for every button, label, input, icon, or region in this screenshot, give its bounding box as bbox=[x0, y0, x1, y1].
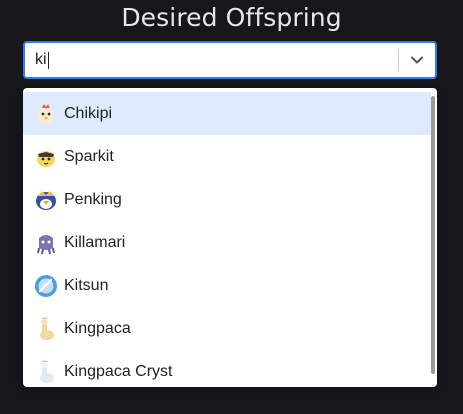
killamari-icon bbox=[37, 234, 55, 254]
option-kingpaca-cryst[interactable]: Kingpaca Cryst bbox=[23, 350, 431, 387]
kingpaca-icon bbox=[40, 316, 54, 340]
search-value: ki bbox=[35, 51, 47, 68]
option-label: Killamari bbox=[64, 233, 126, 251]
kingpaca-cryst-icon bbox=[40, 359, 54, 383]
option-label: Chikipi bbox=[64, 104, 113, 122]
option-label: Sparkit bbox=[64, 147, 114, 165]
menu-scrollbar[interactable] bbox=[431, 96, 435, 374]
option-sparkit[interactable]: Sparkit bbox=[23, 135, 431, 178]
field-title: Desired Offspring bbox=[121, 3, 342, 32]
option-chikipi[interactable]: Chikipi bbox=[23, 92, 431, 135]
text-cursor bbox=[47, 51, 49, 69]
penking-icon bbox=[36, 190, 56, 210]
sparkit-icon bbox=[37, 150, 55, 167]
chikipi-icon bbox=[37, 103, 55, 124]
option-label: Kingpaca Cryst bbox=[64, 362, 173, 380]
dropdown-menu: Chikipi Sparkit Penking Killamari Kitsun… bbox=[23, 88, 437, 387]
dropdown-toggle[interactable] bbox=[399, 43, 435, 77]
option-kitsun[interactable]: Kitsun bbox=[23, 264, 431, 307]
option-label: Penking bbox=[64, 190, 122, 208]
offspring-select[interactable]: ki bbox=[23, 41, 437, 79]
offspring-search-input[interactable]: ki bbox=[25, 43, 398, 77]
option-label: Kitsun bbox=[64, 276, 109, 294]
option-penking[interactable]: Penking bbox=[23, 178, 431, 221]
option-label: Kingpaca bbox=[64, 319, 131, 337]
option-kingpaca[interactable]: Kingpaca bbox=[23, 307, 431, 350]
chevron-down-icon bbox=[411, 56, 423, 64]
kitsun-icon bbox=[35, 274, 57, 297]
option-killamari[interactable]: Killamari bbox=[23, 221, 431, 264]
